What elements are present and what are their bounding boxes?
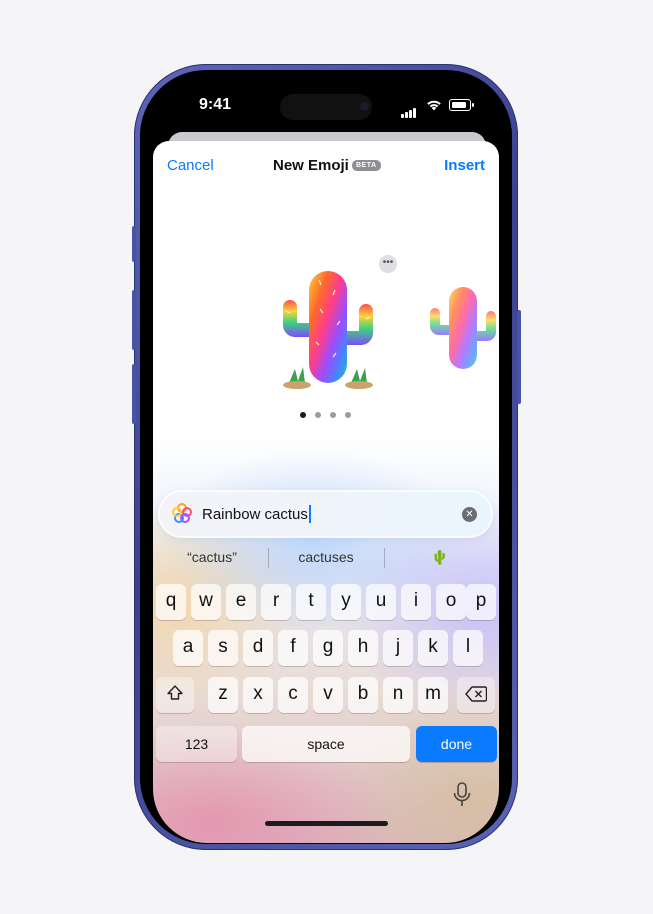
volume-up-button bbox=[132, 290, 136, 350]
key-f[interactable]: f bbox=[278, 630, 308, 666]
clear-text-button[interactable]: ✕ bbox=[462, 507, 477, 522]
key-s[interactable]: s bbox=[208, 630, 238, 666]
key-w[interactable]: w bbox=[191, 584, 221, 620]
apple-intelligence-icon bbox=[172, 503, 192, 523]
suggestion-word[interactable]: cactuses bbox=[270, 549, 382, 565]
suggestion-quoted[interactable]: “cactus” bbox=[157, 549, 267, 565]
key-m[interactable]: m bbox=[418, 677, 448, 713]
key-j[interactable]: j bbox=[383, 630, 413, 666]
generated-emoji-cactus[interactable] bbox=[273, 265, 383, 390]
key-e[interactable]: e bbox=[226, 584, 256, 620]
key-y[interactable]: y bbox=[331, 584, 361, 620]
cancel-button[interactable]: Cancel bbox=[167, 157, 214, 174]
key-z[interactable]: z bbox=[208, 677, 238, 713]
alternate-emoji-cactus[interactable] bbox=[425, 283, 499, 373]
status-bar: 9:41 bbox=[153, 86, 499, 126]
key-l[interactable]: l bbox=[453, 630, 483, 666]
shift-icon bbox=[167, 685, 183, 700]
key-u[interactable]: u bbox=[366, 584, 396, 620]
prompt-input-text[interactable]: Rainbow cactus bbox=[202, 505, 311, 523]
sheet-title: New Emoji bbox=[273, 157, 349, 174]
emoji-prompt-field[interactable]: Rainbow cactus ✕ bbox=[160, 492, 491, 536]
done-key[interactable]: done bbox=[416, 726, 497, 762]
suggestion-divider bbox=[268, 548, 269, 568]
delete-key[interactable] bbox=[457, 677, 495, 713]
key-n[interactable]: n bbox=[383, 677, 413, 713]
prompt-value: Rainbow cactus bbox=[202, 506, 308, 523]
front-camera bbox=[360, 102, 369, 111]
new-emoji-sheet: Cancel New Emoji BETA Insert ••• Rainbow… bbox=[153, 141, 499, 843]
page-dot bbox=[330, 412, 336, 418]
wifi-icon bbox=[427, 100, 441, 111]
key-o[interactable]: o bbox=[436, 584, 466, 620]
volume-down-button bbox=[132, 364, 136, 424]
key-t[interactable]: t bbox=[296, 584, 326, 620]
numbers-key[interactable]: 123 bbox=[156, 726, 237, 762]
cellular-signal-icon bbox=[401, 100, 417, 118]
action-button bbox=[132, 226, 136, 262]
key-d[interactable]: d bbox=[243, 630, 273, 666]
space-key[interactable]: space bbox=[242, 726, 410, 762]
status-time: 9:41 bbox=[199, 96, 232, 113]
key-b[interactable]: b bbox=[348, 677, 378, 713]
page-dot bbox=[345, 412, 351, 418]
key-v[interactable]: v bbox=[313, 677, 343, 713]
text-cursor bbox=[308, 505, 311, 523]
key-q[interactable]: q bbox=[156, 584, 186, 620]
battery-tip bbox=[472, 103, 474, 107]
battery-icon bbox=[449, 99, 471, 111]
key-r[interactable]: r bbox=[261, 584, 291, 620]
key-h[interactable]: h bbox=[348, 630, 378, 666]
key-c[interactable]: c bbox=[278, 677, 308, 713]
suggestion-emoji[interactable]: 🌵 bbox=[385, 549, 495, 566]
side-button bbox=[517, 310, 521, 404]
insert-button[interactable]: Insert bbox=[444, 157, 485, 174]
dynamic-island bbox=[280, 94, 372, 120]
backspace-icon bbox=[465, 686, 488, 702]
key-g[interactable]: g bbox=[313, 630, 343, 666]
key-x[interactable]: x bbox=[243, 677, 273, 713]
beta-badge: BETA bbox=[352, 160, 381, 171]
key-i[interactable]: i bbox=[401, 584, 431, 620]
key-a[interactable]: a bbox=[173, 630, 203, 666]
page-indicator[interactable] bbox=[300, 405, 360, 423]
page-dot bbox=[315, 412, 321, 418]
page-dot bbox=[300, 412, 306, 418]
microphone-icon[interactable] bbox=[453, 782, 471, 808]
home-indicator[interactable] bbox=[265, 821, 388, 826]
key-p[interactable]: p bbox=[466, 584, 496, 620]
key-k[interactable]: k bbox=[418, 630, 448, 666]
shift-key[interactable] bbox=[156, 677, 194, 713]
